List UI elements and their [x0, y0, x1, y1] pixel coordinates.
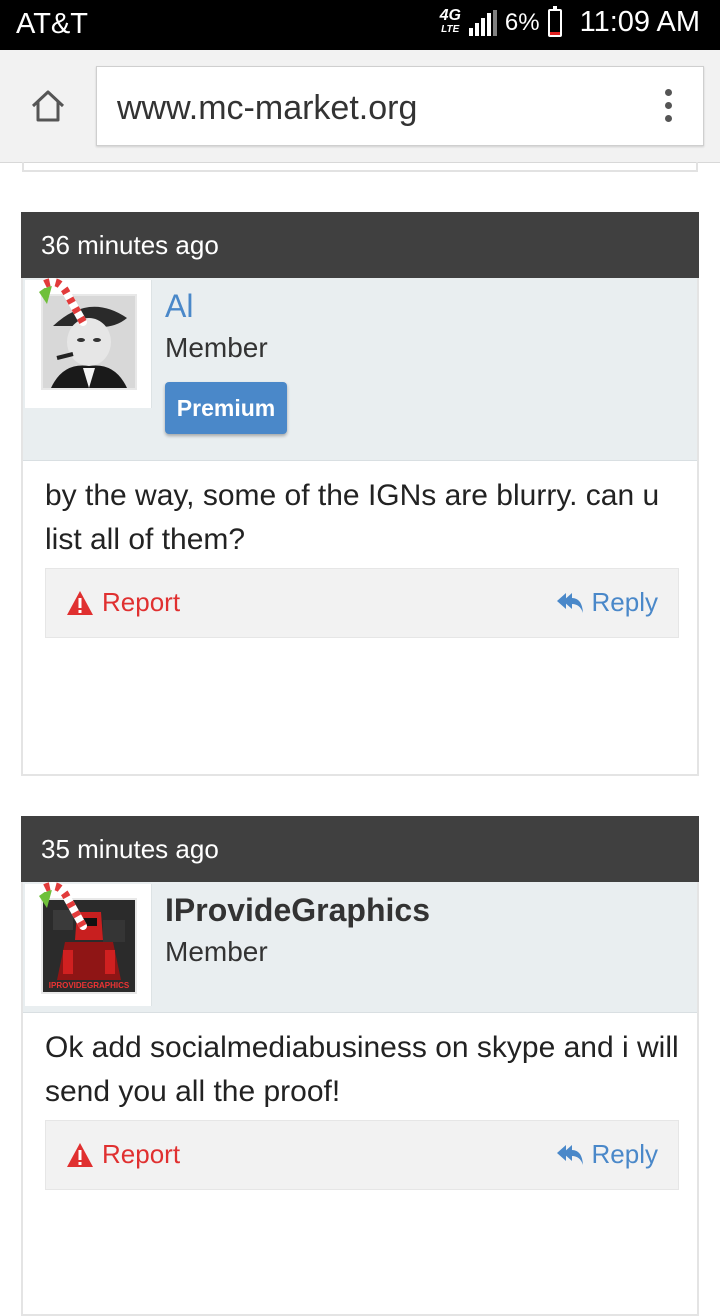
previous-post-edge [22, 162, 698, 172]
avatar-frame: IPROVIDEGRAPHICS [25, 882, 152, 1006]
url-text: www.mc-market.org [117, 89, 418, 127]
post-userbar: IPROVIDEGRAPHICS IProvideGraphics Member [23, 882, 697, 1013]
avatar-logo-text: IPROVIDEGRAPHICS [49, 981, 130, 990]
carrier-name: AT&T [16, 8, 88, 40]
user-role: Member [165, 332, 268, 363]
post-card: 36 minutes ago Al Member Premium by the … [21, 212, 699, 776]
username-link[interactable]: IProvideGraphics [165, 892, 430, 929]
post-card: 35 minutes ago IPROVIDEGRAPHICS IProvide… [21, 816, 699, 1316]
status-bar: AT&T 4G LTE 6% 11:09 AM [0, 0, 720, 50]
post-actions: Report Reply [45, 1120, 679, 1190]
post-userbar: Al Member Premium [23, 278, 697, 461]
overflow-menu-icon[interactable] [665, 89, 673, 125]
signal-icon [468, 9, 497, 36]
warning-icon [67, 590, 93, 615]
reply-button[interactable]: Reply [556, 1139, 658, 1170]
post-message: by the way, some of the IGNs are blurry.… [45, 479, 660, 556]
post-actions: Report Reply [45, 568, 679, 638]
username-link[interactable]: Al [165, 288, 193, 325]
report-label: Report [102, 587, 181, 617]
report-button[interactable]: Report [66, 587, 180, 618]
browser-toolbar: www.mc-market.org [0, 50, 720, 163]
reply-label: Reply [591, 1139, 658, 1169]
battery-percent: 6% [504, 8, 540, 36]
network-subtype: LTE [441, 23, 460, 35]
reply-all-icon [556, 592, 583, 613]
clock: 11:09 AM [579, 6, 700, 38]
reply-button[interactable]: Reply [556, 587, 658, 618]
home-button[interactable] [28, 86, 68, 126]
post-message: Ok add socialmediabusiness on skype and … [45, 1031, 679, 1108]
reply-label: Reply [591, 587, 658, 617]
post-timestamp: 36 minutes ago [21, 212, 699, 278]
user-role: Member [165, 936, 268, 967]
report-label: Report [102, 1139, 181, 1169]
network-type: 4G [439, 6, 461, 24]
reply-all-icon [556, 1144, 583, 1165]
url-bar[interactable]: www.mc-market.org [96, 66, 704, 146]
avatar-frame [25, 278, 152, 408]
post-timestamp: 35 minutes ago [21, 816, 699, 882]
battery-icon [547, 5, 562, 37]
report-button[interactable]: Report [66, 1139, 180, 1170]
network-indicator: 4G LTE [439, 6, 461, 37]
candy-cane-icon [39, 882, 87, 930]
warning-icon [67, 1142, 93, 1167]
candy-cane-icon [39, 278, 87, 326]
home-icon [31, 90, 65, 122]
premium-badge: Premium [165, 382, 287, 434]
